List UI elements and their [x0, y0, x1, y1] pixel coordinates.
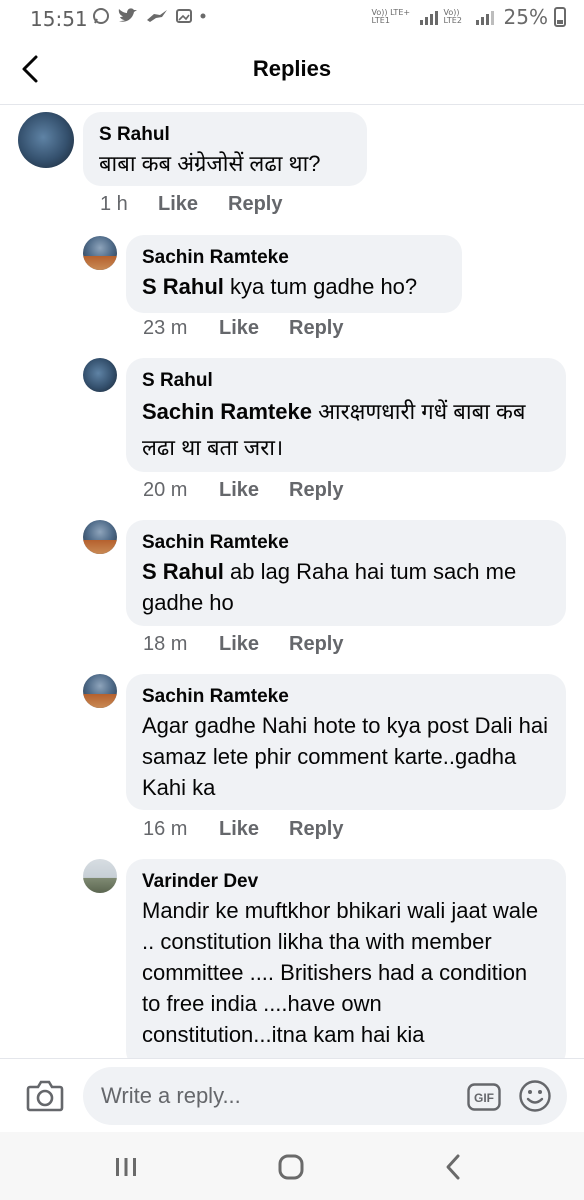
comment-text: S Rahul kya tum gadhe ho?: [142, 271, 446, 302]
gif-icon[interactable]: GIF: [467, 1083, 501, 1111]
signal-icon-2: [475, 9, 494, 25]
reply-button[interactable]: Reply: [289, 479, 343, 502]
status-right: Vo)) LTE+ LTE1 Vo)) LTE2 25%: [372, 5, 566, 29]
dot-icon: [200, 13, 206, 19]
avatar[interactable]: [83, 520, 117, 554]
comment-bubble[interactable]: S Rahul Sachin Ramteke आरक्षणधारी गधें ब…: [126, 358, 566, 472]
comment-text: S Rahul ab lag Raha hai tum sach me gadh…: [142, 556, 550, 618]
status-time: 15:51: [30, 7, 88, 31]
comment-bubble[interactable]: Sachin Ramteke S Rahul ab lag Raha hai t…: [126, 520, 566, 626]
comment-text-body: बाबा कब अंग्रेजोसें लढा था?: [99, 151, 321, 176]
recent-apps-icon[interactable]: [110, 1152, 142, 1182]
whatsapp-icon: [93, 8, 109, 24]
comment-text: Sachin Ramteke आरक्षणधारी गधें बाबा कब ल…: [142, 394, 550, 466]
like-button[interactable]: Like: [219, 479, 289, 502]
comment-time: 23 m: [143, 317, 188, 339]
comment-author[interactable]: Sachin Ramteke: [142, 245, 446, 271]
status-bar: 15:51 Vo)) LTE+ LTE1 Vo)) LTE2 25%: [0, 0, 584, 36]
mention-link[interactable]: S Rahul: [142, 559, 224, 584]
avatar[interactable]: [18, 112, 74, 168]
comment-text: Agar gadhe Nahi hote to kya post Dali ha…: [142, 710, 550, 803]
comment-actions: 18 m Like Reply: [143, 633, 343, 656]
comment-text: Mandir ke muftkhor bhikari wali jaat wal…: [142, 895, 550, 1050]
home-icon[interactable]: [275, 1152, 307, 1182]
like-button[interactable]: Like: [219, 818, 289, 841]
reply-button[interactable]: Reply: [289, 633, 343, 656]
comment-text: बाबा कब अंग्रेजोसें लढा था?: [99, 148, 351, 179]
comment-time: 20 m: [143, 479, 188, 501]
comment-actions: 1 h Like Reply: [100, 193, 282, 216]
gallery-icon: [176, 9, 192, 23]
comment-actions: 23 m Like Reply: [143, 317, 343, 340]
twitter-icon: [118, 8, 137, 22]
reply-composer: Write a reply... GIF: [0, 1058, 584, 1133]
like-button[interactable]: Like: [158, 193, 228, 216]
comment-bubble[interactable]: Sachin Ramteke S Rahul kya tum gadhe ho?: [126, 235, 462, 313]
like-button[interactable]: Like: [219, 317, 289, 340]
avatar[interactable]: [83, 358, 117, 392]
page-title: Replies: [252, 56, 332, 81]
comment-author[interactable]: Varinder Dev: [142, 869, 550, 895]
bird-icon: [147, 10, 167, 22]
notification-icons: [92, 7, 206, 25]
back-nav-icon[interactable]: [438, 1152, 470, 1182]
android-nav-bar: [0, 1132, 584, 1200]
comment-text-body: kya tum gadhe ho?: [223, 274, 418, 299]
comment-time: 18 m: [143, 633, 188, 655]
battery-icon: [554, 7, 566, 27]
avatar[interactable]: [83, 236, 117, 270]
mention-link[interactable]: S Rahul: [142, 274, 224, 299]
comment-author[interactable]: Sachin Ramteke: [142, 530, 550, 556]
comment-bubble[interactable]: Varinder Dev Mandir ke muftkhor bhikari …: [126, 859, 566, 1069]
reply-button[interactable]: Reply: [289, 317, 343, 340]
comment-text-body: Agar gadhe Nahi hote to kya post Dali ha…: [142, 713, 549, 800]
comment-author[interactable]: S Rahul: [99, 122, 351, 148]
avatar[interactable]: [83, 674, 117, 708]
comment-text-body: Mandir ke muftkhor bhikari wali jaat wal…: [142, 898, 539, 1047]
emoji-icon[interactable]: [518, 1079, 552, 1113]
comment-time: 16 m: [143, 818, 188, 840]
camera-icon[interactable]: [26, 1077, 64, 1113]
signal-icon-1: [419, 9, 438, 25]
network-label-2: Vo)) LTE2: [443, 8, 462, 25]
reply-button[interactable]: Reply: [228, 193, 282, 216]
avatar[interactable]: [83, 859, 117, 893]
gif-label: GIF: [474, 1091, 494, 1105]
network-label-1: Vo)) LTE+ LTE1: [371, 8, 411, 25]
comment-bubble[interactable]: Sachin Ramteke Agar gadhe Nahi hote to k…: [126, 674, 566, 810]
comment-actions: 16 m Like Reply: [143, 818, 343, 841]
comment-bubble[interactable]: S Rahul बाबा कब अंग्रेजोसें लढा था?: [83, 112, 367, 186]
comment-time: 1 h: [100, 193, 128, 215]
battery-percent: 25%: [503, 5, 548, 29]
reply-button[interactable]: Reply: [289, 818, 343, 841]
like-button[interactable]: Like: [219, 633, 289, 656]
header: Replies: [0, 36, 584, 105]
comment-author[interactable]: Sachin Ramteke: [142, 684, 550, 710]
comment-author[interactable]: S Rahul: [142, 368, 550, 394]
mention-link[interactable]: Sachin Ramteke: [142, 399, 312, 424]
comment-actions: 20 m Like Reply: [143, 479, 343, 502]
